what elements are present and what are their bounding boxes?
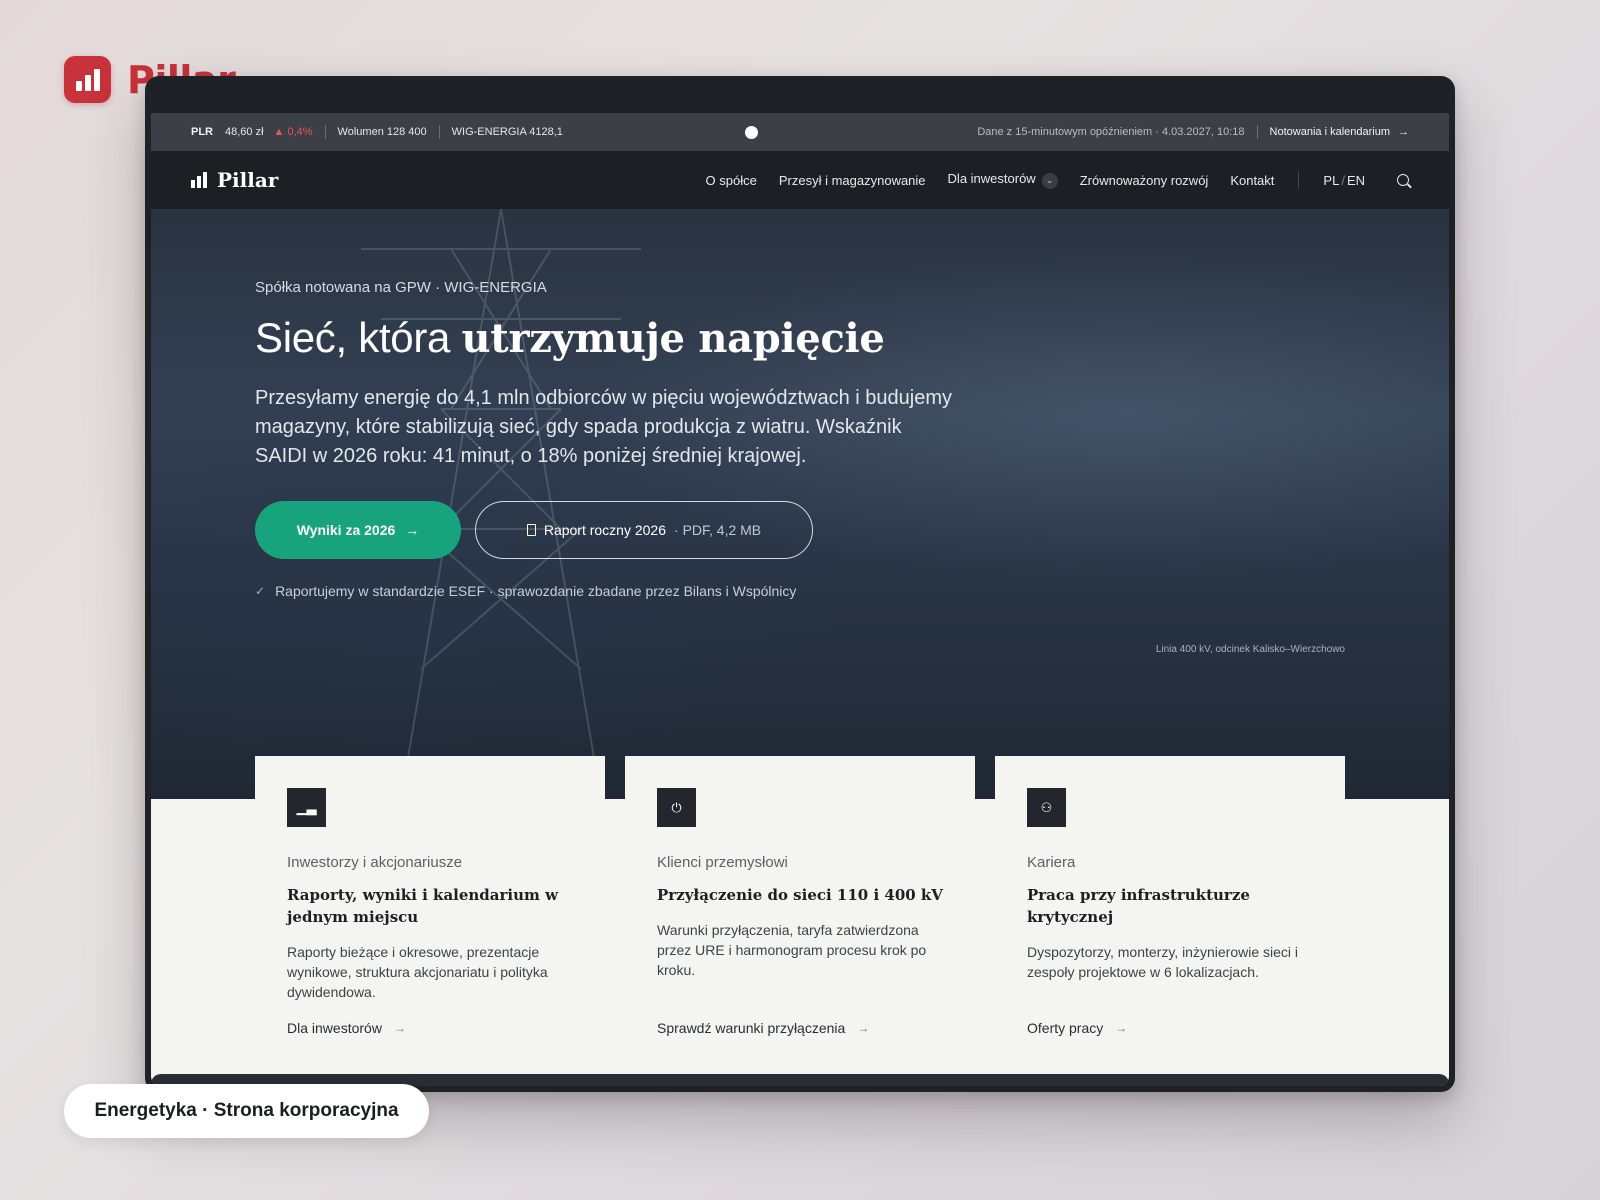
people-icon: ⚇ — [1027, 788, 1066, 827]
nav-menu: O spółce Przesył i magazynowanie Dla inw… — [706, 171, 1409, 189]
arrow-right-icon: → — [857, 1021, 870, 1035]
investors-link[interactable]: Dla inwestorów → — [287, 1020, 406, 1036]
card-label: Klienci przemysłowi — [657, 854, 788, 871]
nav-item-zrownowazony[interactable]: Zrównoważony rozwój — [1080, 173, 1209, 188]
arrow-right-icon: → — [405, 522, 420, 538]
nav-item-inwestorzy[interactable]: Dla inwestorów ⌄ — [948, 171, 1058, 189]
main-nav: Pillar O spółce Przesył i magazynowanie … — [151, 151, 1449, 209]
headline-serif: utrzymuje napięcie — [461, 315, 885, 362]
camera-dot — [745, 126, 758, 139]
nav-item-o-spolce[interactable]: O spółce — [706, 173, 757, 188]
hero-content: Spółka notowana na GPW · WIG-ENERGIA Sie… — [255, 279, 975, 599]
ticker-price: 48,60 zł — [225, 126, 264, 138]
hero-eyebrow: Spółka notowana na GPW · WIG-ENERGIA — [255, 279, 547, 296]
language-switcher: PL / EN — [1323, 173, 1365, 188]
card-description: Raporty bieżące i okresowe, prezentacje … — [287, 944, 548, 1000]
card-title: Praca przy infrastrukturze krytycznej — [1027, 886, 1250, 926]
connection-terms-link[interactable]: Sprawdź warunki przyłączenia → — [657, 1020, 869, 1036]
nav-item-kontakt[interactable]: Kontakt — [1230, 173, 1274, 188]
card-title: Raporty, wyniki i kalendarium w jednym m… — [287, 886, 559, 926]
search-icon[interactable] — [1397, 174, 1409, 186]
results-button[interactable]: Wyniki za 2026 → — [255, 501, 461, 559]
bar-chart-icon — [64, 56, 111, 103]
card-career: ⚇ Kariera Praca przy infrastrukturze kry… — [995, 756, 1345, 1056]
browser-window: PLR 48,60 zł ▲ 0,4% Wolumen 128 400 WIG-… — [145, 76, 1455, 1092]
arrow-right-icon: → — [393, 1021, 406, 1035]
investors-link-label: Dla inwestorów — [287, 1020, 382, 1036]
annual-report-label: Raport roczny 2026 — [543, 522, 667, 538]
ticker-symbol: PLR — [191, 126, 213, 138]
results-button-label: Wyniki za 2026 — [296, 522, 396, 538]
bar-chart-icon: ▁▃ — [287, 788, 326, 827]
page-title: Sieć, która utrzymuje napięcie — [255, 314, 975, 362]
card-investors: ▁▃ Inwestorzy i akcjonariusze Raporty, w… — [255, 756, 605, 1056]
nav-divider — [1298, 171, 1300, 189]
site-logo[interactable]: Pillar — [191, 168, 278, 192]
esef-note-text: Raportujemy w standardzie ESEF · sprawoz… — [275, 583, 797, 599]
page-viewport: PLR 48,60 zł ▲ 0,4% Wolumen 128 400 WIG-… — [151, 113, 1449, 1086]
nav-item-inwestorzy-label: Dla inwestorów — [947, 171, 1036, 187]
ticker-index: WIG-ENERGIA 4128,1 — [451, 126, 563, 138]
card-label: Kariera — [1027, 854, 1076, 871]
annual-report-button[interactable]: Raport roczny 2026 · PDF, 4,2 MB — [475, 501, 813, 559]
lang-pl[interactable]: PL — [1323, 173, 1339, 188]
job-offers-label: Oferty pracy — [1027, 1020, 1104, 1036]
hero-section: Spółka notowana na GPW · WIG-ENERGIA Sie… — [151, 209, 1449, 799]
job-offers-link[interactable]: Oferty pracy → — [1027, 1020, 1127, 1036]
check-icon: ✓ — [255, 584, 266, 598]
lang-en[interactable]: EN — [1347, 173, 1365, 188]
site-logo-text: Pillar — [217, 168, 279, 192]
headline-plain: Sieć, która — [255, 314, 462, 361]
esef-note: ✓ Raportujemy w standardzie ESEF · spraw… — [255, 583, 975, 599]
card-description: Warunki przyłączenia, taryfa zatwierdzon… — [657, 922, 927, 978]
arrow-right-icon: → — [1398, 126, 1409, 138]
plug-icon: ⏻ — [657, 788, 696, 827]
stock-ticker: PLR 48,60 zł ▲ 0,4% Wolumen 128 400 WIG-… — [151, 113, 1449, 151]
document-icon — [526, 524, 536, 536]
quotes-link-label: Notowania i kalendarium — [1269, 126, 1390, 138]
arrow-right-icon: → — [1115, 1021, 1128, 1035]
card-industrial: ⏻ Klienci przemysłowi Przyłączenie do si… — [625, 756, 975, 1056]
photo-caption: Linia 400 kV, odcinek Kalisko–Wierzchowo — [1155, 644, 1345, 655]
ticker-divider — [1256, 125, 1258, 139]
lang-separator: / — [1341, 172, 1345, 188]
ticker-volume: Wolumen 128 400 — [337, 126, 427, 138]
card-title: Przyłączenie do sieci 110 i 400 kV — [657, 886, 943, 904]
feature-cards: ▁▃ Inwestorzy i akcjonariusze Raporty, w… — [255, 756, 1345, 1056]
ticker-divider — [438, 125, 440, 139]
category-pill: Energetyka · Strona korporacyjna — [64, 1084, 429, 1138]
bar-chart-icon — [191, 172, 207, 188]
card-description: Dyspozytorzy, monterzy, inżynierowie sie… — [1027, 944, 1299, 980]
ticker-delay-note: Dane z 15-minutowym opóźnieniem · 4.03.2… — [977, 126, 1245, 138]
hero-lead: Przesyłamy energię do 4,1 mln odbiorców … — [255, 387, 953, 467]
cta-row: Wyniki za 2026 → Raport roczny 2026 · PD… — [255, 501, 975, 559]
chevron-down-icon: ⌄ — [1041, 172, 1058, 189]
card-label: Inwestorzy i akcjonariusze — [287, 854, 463, 871]
ticker-divider — [324, 125, 326, 139]
ticker-change: ▲ 0,4% — [273, 126, 313, 138]
connection-terms-label: Sprawdź warunki przyłączenia — [657, 1020, 846, 1036]
quotes-calendar-link[interactable]: Notowania i kalendarium → — [1270, 126, 1409, 138]
nav-item-przesyl[interactable]: Przesył i magazynowanie — [779, 173, 926, 188]
annual-report-meta: · PDF, 4,2 MB — [674, 522, 762, 538]
